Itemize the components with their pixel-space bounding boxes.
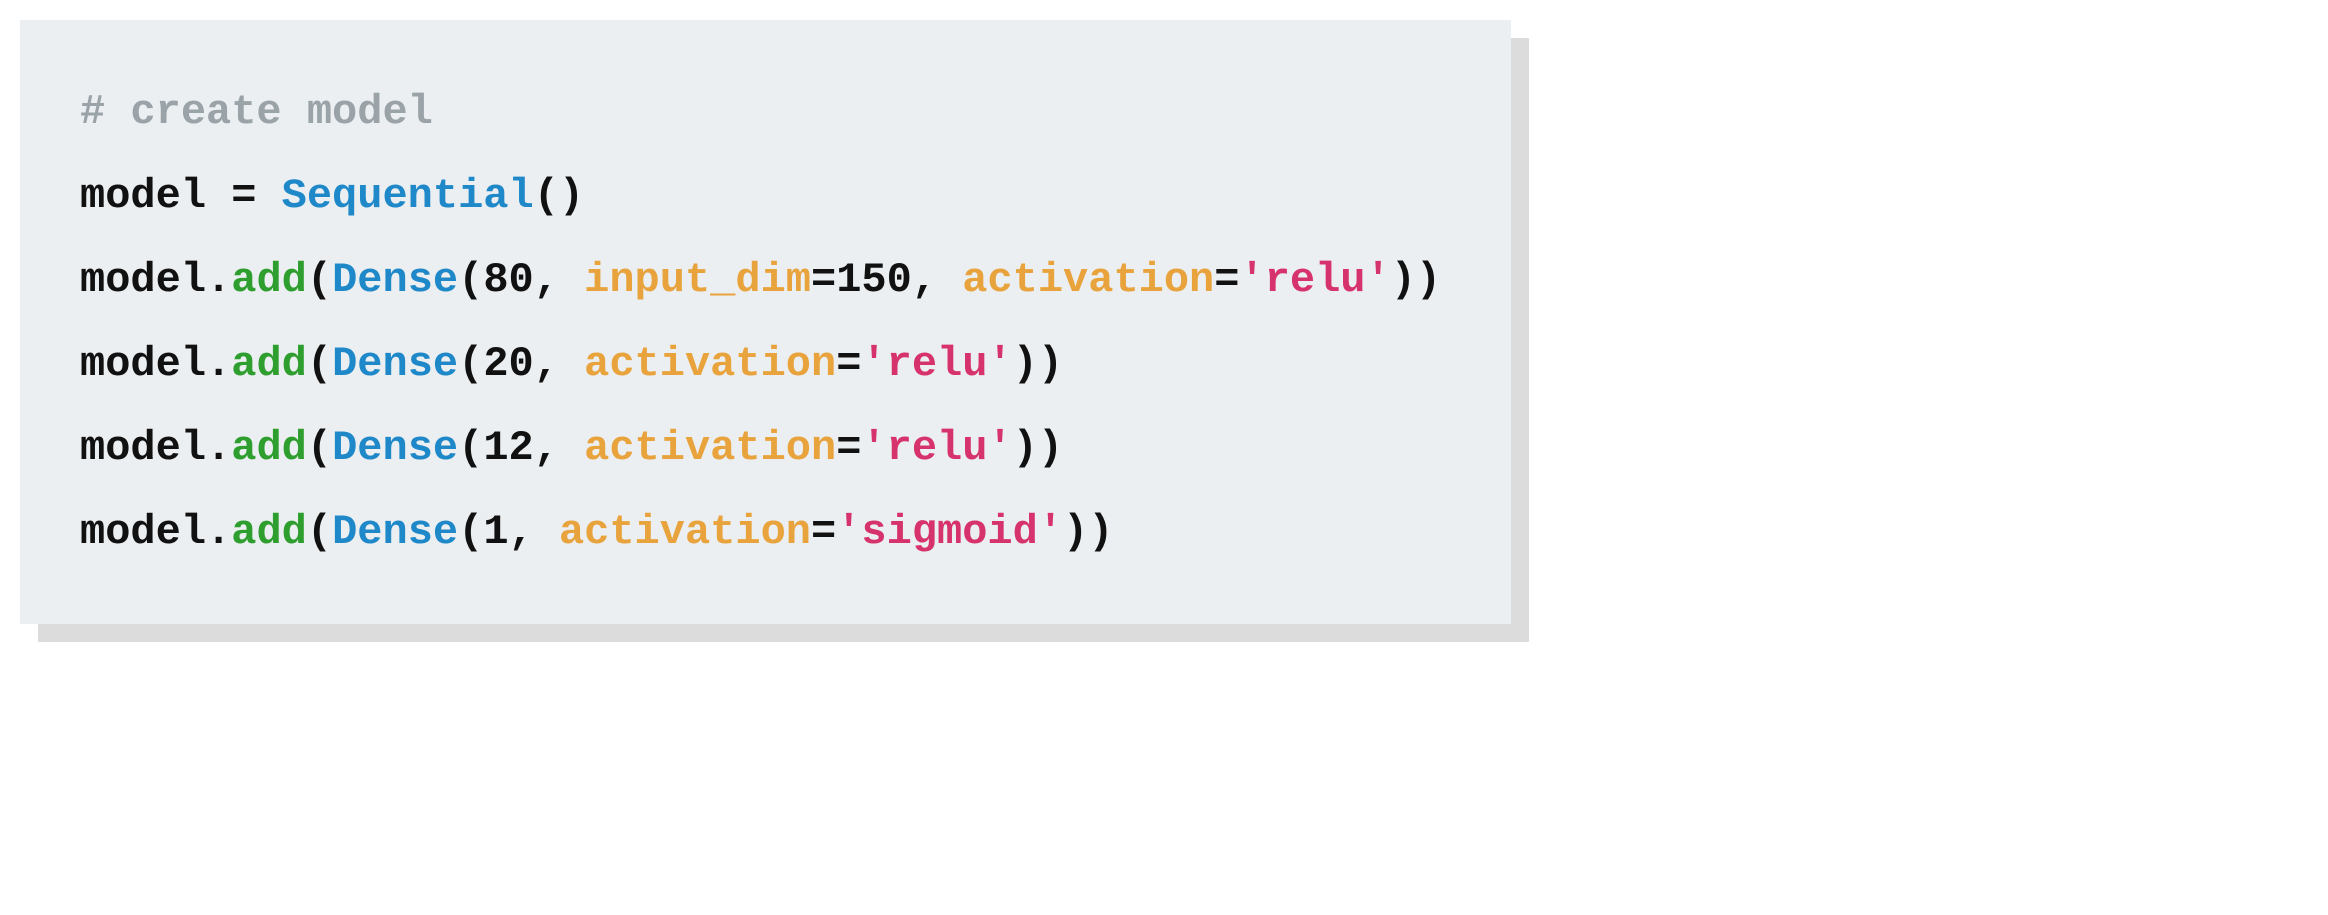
code-token: (20, <box>458 340 584 388</box>
code-token: )) <box>1063 508 1113 556</box>
code-token: )) <box>1013 340 1063 388</box>
code-token-kwarg: activation <box>584 424 836 472</box>
code-token-class: Dense <box>332 508 458 556</box>
code-token-kwarg: activation <box>584 340 836 388</box>
code-token-class: Dense <box>332 256 458 304</box>
code-token-method: add <box>231 424 307 472</box>
code-token: = <box>836 424 861 472</box>
code-token: ( <box>307 340 332 388</box>
code-token: model. <box>80 424 231 472</box>
code-comment: # create model <box>80 88 433 136</box>
code-token-string: 'sigmoid' <box>836 508 1063 556</box>
code-token-string: 'relu' <box>1239 256 1390 304</box>
code-token: = <box>836 340 861 388</box>
code-token: = <box>811 508 836 556</box>
code-token: ( <box>307 508 332 556</box>
code-token: model = <box>80 172 282 220</box>
code-token-kwarg: activation <box>559 508 811 556</box>
code-token-kwarg: activation <box>962 256 1214 304</box>
code-token-method: add <box>231 340 307 388</box>
code-token-class: Sequential <box>282 172 534 220</box>
code-token-class: Dense <box>332 340 458 388</box>
code-token: () <box>534 172 584 220</box>
code-token-method: add <box>231 508 307 556</box>
code-token-string: 'relu' <box>861 424 1012 472</box>
code-token: =150, <box>811 256 962 304</box>
code-block-wrapper: # create model model = Sequential() mode… <box>20 20 1511 624</box>
code-token: model. <box>80 508 231 556</box>
code-token: = <box>1214 256 1239 304</box>
code-token: model. <box>80 256 231 304</box>
code-token: (12, <box>458 424 584 472</box>
code-token: (80, <box>458 256 584 304</box>
code-token: model. <box>80 340 231 388</box>
code-token: )) <box>1391 256 1441 304</box>
code-token: ( <box>307 256 332 304</box>
code-block: # create model model = Sequential() mode… <box>20 20 1511 624</box>
code-token: )) <box>1013 424 1063 472</box>
code-token-kwarg: input_dim <box>584 256 811 304</box>
code-token-class: Dense <box>332 424 458 472</box>
code-token: ( <box>307 424 332 472</box>
code-token-method: add <box>231 256 307 304</box>
code-token: (1, <box>458 508 559 556</box>
code-token-string: 'relu' <box>861 340 1012 388</box>
